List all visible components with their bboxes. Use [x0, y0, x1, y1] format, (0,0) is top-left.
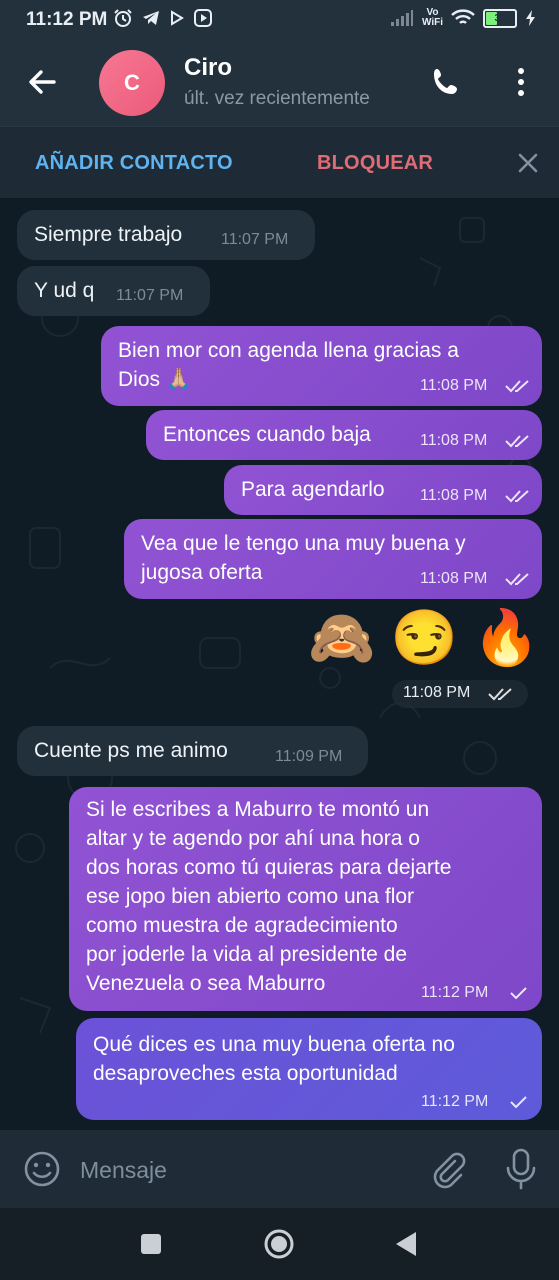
add-contact-button[interactable]: AÑADIR CONTACTO [35, 152, 233, 175]
close-icon[interactable] [514, 149, 542, 177]
chat-header: C Ciro últ. vez recientemente [0, 42, 559, 126]
media-icon [194, 9, 212, 27]
message-text: Y ud q [34, 279, 95, 302]
message-bubble-outgoing[interactable]: Bien mor con agenda llena gracias a Dios… [101, 326, 542, 406]
message-text: Siempre trabajo [34, 223, 183, 246]
double-check-icon [505, 435, 529, 448]
single-check-icon [510, 987, 527, 1000]
vo-wifi-label: Vo WiFi [421, 7, 443, 28]
message-time: 11:08 PM [420, 377, 488, 394]
more-options-icon[interactable] [506, 64, 536, 100]
block-button[interactable]: BLOQUEAR [317, 152, 433, 175]
microphone-icon[interactable] [503, 1147, 539, 1191]
system-nav-bar [0, 1208, 559, 1280]
single-check-icon [510, 1096, 527, 1109]
status-bar: 11:12 PM Vo WiFi 37 [0, 0, 559, 42]
message-time: 11:08 PM [403, 684, 471, 701]
contact-status: últ. vez recientemente [184, 88, 370, 109]
double-check-icon [488, 688, 512, 701]
message-text: Si le escribes a Maburro te montó un alt… [86, 798, 452, 995]
message-bubble-outgoing[interactable]: Vea que le tengo una muy buena y jugosa … [124, 519, 542, 599]
message-text: Para agendarlo [241, 478, 385, 501]
emoji-text: 🙈 😏 🔥 [308, 608, 540, 668]
message-bubble-incoming[interactable]: Siempre trabajo 11:07 PM [17, 210, 315, 260]
message-bubble-incoming[interactable]: Y ud q 11:07 PM [17, 266, 210, 316]
message-bubble-outgoing[interactable]: Qué dices es una muy buena oferta no des… [76, 1018, 542, 1120]
message-time: 11:12 PM [421, 1093, 489, 1110]
avatar[interactable]: C [99, 50, 165, 116]
message-time: 11:09 PM [275, 748, 343, 765]
back-nav-icon[interactable] [394, 1230, 418, 1258]
contact-action-bar: AÑADIR CONTACTO BLOQUEAR [0, 126, 559, 199]
double-check-icon [505, 573, 529, 586]
message-time: 11:08 PM [420, 570, 488, 587]
message-time: 11:08 PM [420, 432, 488, 449]
phone-icon[interactable] [428, 64, 464, 100]
signal-icon [390, 10, 413, 26]
message-composer [0, 1130, 559, 1208]
message-text: Cuente ps me animo [34, 739, 228, 762]
message-time: 11:07 PM [221, 231, 289, 248]
contact-name[interactable]: Ciro [184, 54, 232, 82]
home-icon[interactable] [263, 1228, 295, 1260]
message-input[interactable] [78, 1152, 402, 1188]
emoji-icon[interactable] [22, 1149, 62, 1189]
charging-icon [526, 10, 535, 26]
telegram-icon [143, 11, 159, 25]
message-text: Entonces cuando baja [163, 423, 371, 446]
double-check-icon [505, 380, 529, 393]
message-time: 11:07 PM [116, 287, 184, 304]
play-icon [171, 10, 184, 26]
alarm-icon [114, 9, 132, 27]
paperclip-icon[interactable] [428, 1149, 468, 1189]
message-list[interactable]: Siempre trabajo 11:07 PM Y ud q 11:07 PM… [0, 198, 559, 1130]
message-time: 11:08 PM [420, 487, 488, 504]
status-time: 11:12 PM [26, 9, 108, 30]
emoji-time-pill: 11:08 PM [392, 680, 528, 708]
recent-apps-icon[interactable] [140, 1233, 162, 1255]
double-check-icon [505, 490, 529, 503]
message-bubble-outgoing[interactable]: Si le escribes a Maburro te montó un alt… [69, 787, 542, 1011]
message-text: Vea que le tengo una muy buena y jugosa … [141, 532, 466, 584]
message-bubble-incoming[interactable]: Cuente ps me animo 11:09 PM [17, 726, 368, 776]
message-text: Bien mor con agenda llena gracias a Dios… [118, 339, 459, 391]
message-text: Qué dices es una muy buena oferta no des… [93, 1033, 455, 1085]
wifi-icon [451, 9, 475, 24]
emoji-message[interactable]: 🙈 😏 🔥 [308, 602, 540, 676]
message-bubble-outgoing[interactable]: Entonces cuando baja 11:08 PM [146, 410, 542, 460]
message-bubble-outgoing[interactable]: Para agendarlo 11:08 PM [224, 465, 542, 515]
back-arrow-icon[interactable] [24, 64, 60, 100]
message-time: 11:12 PM [421, 984, 489, 1001]
battery-icon: 37 [483, 8, 517, 28]
